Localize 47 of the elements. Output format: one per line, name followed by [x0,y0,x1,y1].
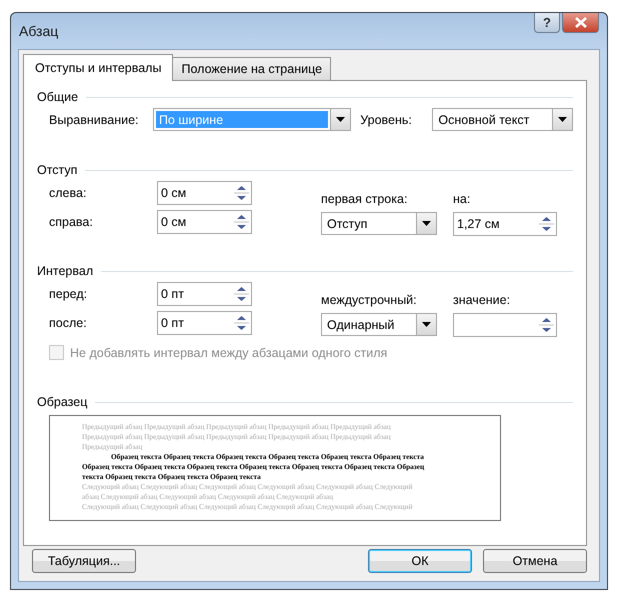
window-title: Абзац [19,23,58,39]
section-heading: Образец [37,395,88,409]
caret-icon [558,117,567,122]
spin-arrows-icon [539,315,554,335]
field-label: справа: [49,215,94,229]
section-heading: Общие [37,90,78,104]
level-dropdown[interactable]: Основной текст [432,108,573,131]
dialog-button[interactable]: ОК [368,549,472,573]
field-label: Уровень: [360,112,413,126]
field-label: первая строка: [321,192,408,206]
spin-field[interactable]: 0 пт [157,311,252,335]
caret-icon [336,117,346,122]
dialog-button[interactable]: Табуляция... [32,549,136,573]
spin-arrows-icon [234,284,249,304]
tab[interactable]: Положение на странице [172,57,332,80]
caret-icon [422,322,431,327]
checkbox-label: Не добавлять интервал между абзацами одного стиля [70,346,388,360]
field-label: междустрочный: [321,293,418,307]
spin-field[interactable]: 0 см [157,181,252,205]
spin-arrows-icon [234,183,249,203]
help-button[interactable]: ? [534,13,560,33]
spin-field[interactable]: 1,27 см [453,212,557,236]
close-button[interactable] [562,13,599,33]
caret-icon [422,221,431,226]
spin-arrows-icon [234,313,249,333]
field-label: перед: [49,287,88,301]
tab[interactable]: Отступы и интервалы [23,54,174,81]
dropdown-value: Отступ [326,216,368,232]
spin-arrows-icon [234,212,249,232]
field-label: значение: [453,293,512,307]
spin-field[interactable]: 0 см [157,210,252,234]
dropdown-value: Одинарный [326,316,396,333]
dropdown-value: Основной текст [437,112,530,128]
section-heading: Отступ [37,163,78,177]
spin-field[interactable] [453,313,557,337]
spin-arrows-icon [539,214,554,234]
spin-field[interactable]: 0 пт [157,282,252,306]
field-label: Выравнивание: [49,112,140,126]
dialog-button[interactable]: Отмена [483,549,587,573]
line-spacing-dropdown[interactable]: Одинарный [321,313,437,336]
first-line-dropdown[interactable]: Отступ [321,212,437,235]
dropdown-value: По ширине [156,111,328,128]
field-label: после: [49,316,88,330]
close-icon [574,17,586,28]
field-label: на: [453,192,472,206]
field-label: слева: [49,186,88,200]
section-heading: Интервал [37,264,94,278]
